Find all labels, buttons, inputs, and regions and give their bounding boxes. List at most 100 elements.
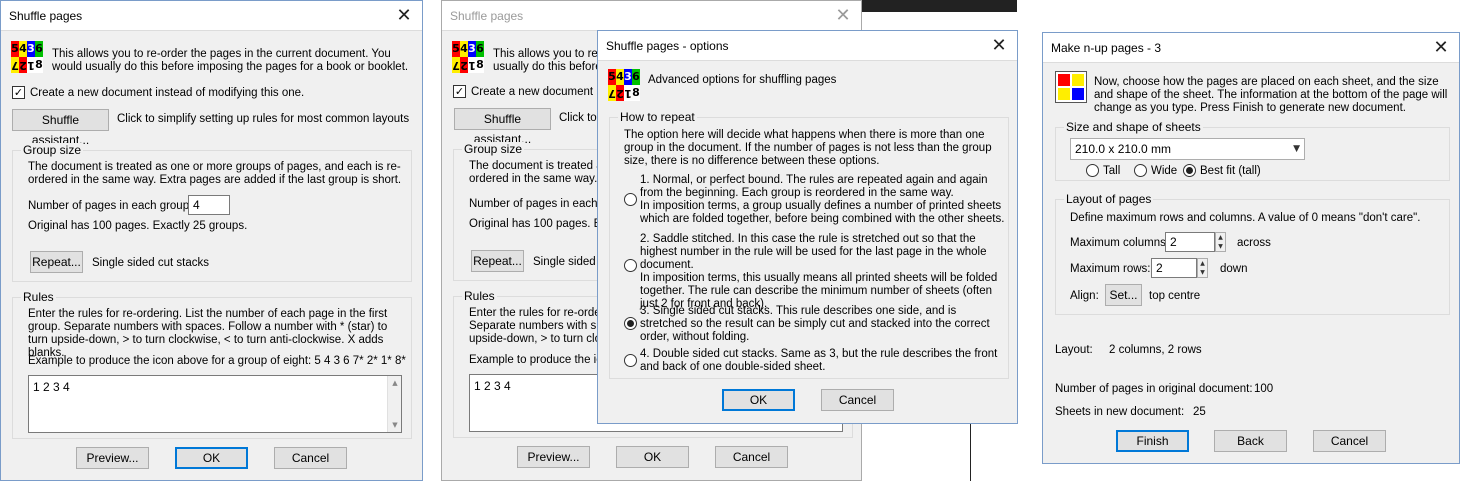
shuffle-icon-digit: 6 <box>35 41 43 57</box>
create-new-checkbox[interactable]: ✓ <box>453 85 466 98</box>
dialog-title: Shuffle pages <box>450 9 524 23</box>
layout-group-label: Layout of pages <box>1064 192 1154 206</box>
scroll-up-icon[interactable]: ▲ <box>388 376 402 390</box>
sheets-label: Sheets in new document: <box>1055 406 1185 418</box>
orientation-tall-label: Tall <box>1103 165 1121 177</box>
dialog-title: Shuffle pages <box>9 9 83 23</box>
nup-intro: Now, choose how the pages are placed on … <box>1094 76 1448 114</box>
options-header: Advanced options for shuffling pages <box>648 74 837 86</box>
shuffle-options-dialog: Shuffle pages - options ✕ 5 4 3 6 7 2 1 … <box>597 30 1018 424</box>
max-columns-input[interactable]: 2 <box>1165 232 1215 252</box>
create-new-label: Create a new document inst <box>471 86 615 98</box>
rules-example: Example to produce the icc <box>469 354 608 366</box>
create-new-label: Create a new document instead of modifyi… <box>30 87 305 99</box>
shuffle-icon-digit: 7 <box>11 57 19 73</box>
cancel-button[interactable]: Cancel <box>821 389 894 411</box>
repeat-option-text-4: 4. Double sided cut stacks. Same as 3, b… <box>640 348 998 373</box>
repeat-option-radio-1[interactable] <box>624 193 637 206</box>
rules-desc: Enter the rules for re-ordering. List th… <box>28 308 388 359</box>
layout-summary-label: Layout: <box>1055 344 1093 356</box>
orig-pages-label: Number of pages in original document: <box>1055 383 1253 395</box>
cancel-button[interactable]: Cancel <box>715 446 788 468</box>
how-to-repeat-label: How to repeat <box>618 110 697 124</box>
ok-button[interactable]: OK <box>722 389 795 411</box>
original-info: Original has 100 pages. Exactly 25 group… <box>28 220 248 232</box>
max-columns-stepper[interactable]: ▲ ▼ <box>1215 232 1226 252</box>
shuffle-icon-digit: 3 <box>27 41 35 57</box>
size-shape-label: Size and shape of sheets <box>1064 120 1203 134</box>
shuffle-icon-digit: 5 <box>608 69 616 85</box>
shuffle-icon-digit: 4 <box>460 41 468 57</box>
shuffle-assistant-button[interactable]: Shuffle assistant... <box>12 109 109 147</box>
preview-button[interactable]: Preview... <box>517 446 590 468</box>
ok-button[interactable]: OK <box>616 446 689 468</box>
close-icon[interactable]: ✕ <box>987 35 1011 57</box>
repeat-option-radio-4[interactable] <box>624 354 637 367</box>
pages-in-group-input[interactable]: 4 <box>188 195 230 215</box>
layout-summary-value: 2 columns, 2 rows <box>1109 344 1202 356</box>
rules-label: Rules <box>462 289 497 303</box>
repeat-button[interactable]: Repeat... <box>471 250 524 272</box>
intro-text: This allows you to re-o <box>493 48 609 60</box>
dialog-title: Make n-up pages - 3 <box>1051 41 1162 55</box>
sheets-value: 25 <box>1193 406 1206 418</box>
title-bar[interactable]: Shuffle pages ✕ <box>442 1 861 31</box>
group-size-label: Group size <box>21 143 84 157</box>
group-size-label: Group size <box>462 142 525 156</box>
scroll-down-icon[interactable]: ▼ <box>388 418 402 432</box>
group-size-desc-line2: ordered in the same way. Ext <box>469 173 618 185</box>
shuffle-icon-digit: 8 <box>632 85 640 101</box>
rules-textarea[interactable]: 1 2 3 4 ▲ ▼ <box>28 375 402 433</box>
assistant-hint: Click to <box>559 112 597 124</box>
create-new-checkbox[interactable]: ✓ <box>12 86 25 99</box>
title-bar[interactable]: Shuffle pages ✕ <box>1 1 422 31</box>
ok-button[interactable]: OK <box>175 447 248 469</box>
finish-button[interactable]: Finish <box>1116 430 1189 452</box>
repeat-value: Single sided cut stacks <box>92 257 209 269</box>
repeat-option-radio-3[interactable] <box>624 317 637 330</box>
nup-red-block <box>1058 74 1070 86</box>
shuffle-assistant-button[interactable]: Shuffle assistant... <box>454 108 551 146</box>
orientation-wide-label: Wide <box>1151 165 1178 177</box>
nup-yellow-block <box>1072 74 1084 86</box>
dialog-title: Shuffle pages - options <box>606 39 729 53</box>
orig-pages-value: 100 <box>1254 383 1274 395</box>
rules-scrollbar[interactable]: ▲ ▼ <box>387 376 401 432</box>
shuffle-icon-digit: 5 <box>452 41 460 57</box>
align-label: Align: <box>1070 290 1099 302</box>
preview-button[interactable]: Preview... <box>76 447 149 469</box>
repeat-button[interactable]: Repeat... <box>30 251 83 273</box>
orientation-wide-radio[interactable] <box>1134 164 1147 177</box>
align-value: top centre <box>1149 290 1201 302</box>
orientation-bestfit-radio[interactable] <box>1183 164 1196 177</box>
rules-group: Rules Enter the rules for re-ordering. L… <box>12 290 412 439</box>
nup-yellow-block <box>1058 88 1070 100</box>
close-icon[interactable]: ✕ <box>831 5 855 27</box>
title-bar[interactable]: Shuffle pages - options ✕ <box>598 31 1017 61</box>
layout-group: Layout of pages Define maximum rows and … <box>1055 192 1450 315</box>
shuffle-pages-dialog: Shuffle pages ✕ 5 4 3 6 7 2 1 8 This all… <box>0 0 423 481</box>
cancel-button[interactable]: Cancel <box>274 447 347 469</box>
align-set-button[interactable]: Set... <box>1105 284 1142 306</box>
close-icon[interactable]: ✕ <box>1429 37 1453 59</box>
orientation-tall-radio[interactable] <box>1086 164 1099 177</box>
cancel-button[interactable]: Cancel <box>1313 430 1386 452</box>
shuffle-icon-digit: 2 <box>616 85 624 101</box>
shuffle-icon-digit: 3 <box>624 69 632 85</box>
repeat-option-text-1: 1. Normal, or perfect bound. The rules a… <box>640 174 1005 225</box>
title-bar[interactable]: Make n-up pages - 3 ✕ <box>1043 33 1459 63</box>
close-icon[interactable]: ✕ <box>392 5 416 27</box>
back-button[interactable]: Back <box>1214 430 1287 452</box>
repeat-option-radio-2[interactable] <box>624 259 637 272</box>
max-rows-stepper[interactable]: ▲ ▼ <box>1197 258 1208 278</box>
pages-in-group-label: Number of pages in each group: <box>28 200 193 212</box>
shuffle-icon-digit: 6 <box>476 41 484 57</box>
sheet-size-select[interactable]: 210.0 x 210.0 mm ▼ <box>1070 138 1305 160</box>
group-size-group: Group size The document is treated as on… <box>12 143 412 282</box>
shuffle-icon-digit: 4 <box>19 41 27 57</box>
how-to-repeat-group: How to repeat The option here will decid… <box>609 110 1009 379</box>
pages-in-group-label: Number of pages in each gro <box>469 198 618 210</box>
intro-text: This allows you to re-order the pages in… <box>52 48 409 73</box>
max-rows-input[interactable]: 2 <box>1151 258 1197 278</box>
max-rows-label: Maximum rows: <box>1070 263 1151 275</box>
